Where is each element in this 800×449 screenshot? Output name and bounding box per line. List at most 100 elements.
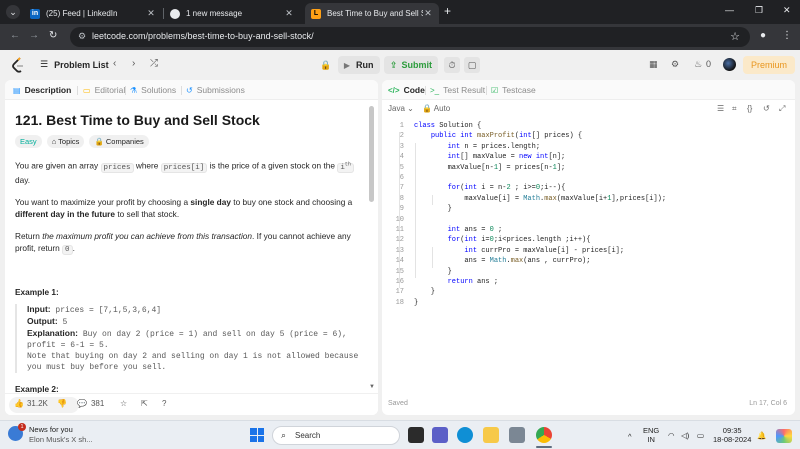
teams-icon[interactable] xyxy=(432,427,448,443)
code-line[interactable]: return ans ; xyxy=(414,278,498,286)
code-line[interactable]: ans = Math.max(ans , currPro); xyxy=(414,257,590,265)
tab-testcase[interactable]: ☑ Testcase xyxy=(491,85,536,95)
dislike-button[interactable]: 👎 xyxy=(57,399,67,408)
reset-icon[interactable]: ↺ xyxy=(763,104,770,113)
forward-icon[interactable]: → xyxy=(29,30,39,41)
bookmark-icon[interactable]: ⌗ xyxy=(732,104,737,114)
profile-icon[interactable]: ● xyxy=(760,30,766,41)
edge-icon[interactable] xyxy=(457,427,473,443)
topics-chip[interactable]: ⌂ Topics xyxy=(46,135,85,148)
site-info-icon[interactable]: ⚙ xyxy=(78,31,86,42)
copilot-icon[interactable] xyxy=(776,429,792,443)
companies-chip[interactable]: 🔒 Companies xyxy=(89,135,149,148)
premium-button[interactable]: Premium xyxy=(743,56,795,74)
tab-solutions[interactable]: ⚗ Solutions xyxy=(130,85,176,95)
language-select[interactable]: Java ⌄ xyxy=(388,104,414,113)
browser-tab-leetcode[interactable]: L Best Time to Buy and Sell Stock ✕ xyxy=(305,3,439,24)
close-icon[interactable]: ✕ xyxy=(146,8,156,19)
help-icon[interactable]: ? xyxy=(162,399,166,408)
brackets-icon[interactable]: {} xyxy=(747,104,752,113)
window-close-icon[interactable]: ✕ xyxy=(783,5,791,16)
code-line[interactable]: int n = prices.length; xyxy=(414,143,540,151)
example-input: Input: prices = [7,1,5,3,6,4] xyxy=(27,304,365,316)
clock[interactable]: 09:35 18-08-2024 xyxy=(713,426,751,444)
code-line[interactable]: int currPro = maxValue[i] - prices[i]; xyxy=(414,247,624,255)
code-line[interactable]: int ans = 0 ; xyxy=(414,226,503,234)
chrome-menu-icon[interactable]: ⋮ xyxy=(782,30,792,41)
camera-icon[interactable] xyxy=(509,427,525,443)
streak-count: 0 xyxy=(706,59,712,69)
tab-test-result[interactable]: >_ Test Result xyxy=(430,85,485,95)
url-text[interactable]: leetcode.com/problems/best-time-to-buy-a… xyxy=(92,31,314,41)
minimize-icon[interactable]: — xyxy=(725,5,734,15)
problem-list-button[interactable]: ☰ Problem List xyxy=(40,59,109,70)
show-hidden-icons[interactable]: ^ xyxy=(628,432,632,441)
debug-lock-icon[interactable]: 🔒 xyxy=(318,57,334,73)
tab-search-button[interactable]: ⌄ xyxy=(6,5,20,19)
page-title[interactable]: 121. Best Time to Buy and Sell Stock xyxy=(15,113,365,127)
battery-icon[interactable]: ▭ xyxy=(697,431,704,440)
new-tab-icon[interactable]: + xyxy=(444,4,451,18)
news-icon: 1 xyxy=(8,423,26,441)
tab-description[interactable]: ▤ Description xyxy=(13,85,71,95)
autocomplete-toggle[interactable]: 🔒 Auto xyxy=(422,104,450,113)
close-icon[interactable]: ✕ xyxy=(423,8,433,19)
submit-button[interactable]: ⇪ Submit xyxy=(384,56,438,74)
address-bar[interactable]: ⚙ leetcode.com/problems/best-time-to-buy… xyxy=(70,27,750,47)
line-number: 13 xyxy=(395,246,404,255)
notes-icon[interactable]: ▢ xyxy=(464,57,480,73)
browser-tab-linkedin[interactable]: in (25) Feed | LinkedIn ✕ xyxy=(24,3,162,24)
code-line[interactable]: maxValue[i] = Math.max(maxValue[i+1],pri… xyxy=(414,195,666,203)
restore-icon[interactable]: ❐ xyxy=(755,5,763,16)
language-indicator[interactable]: ENG IN xyxy=(643,426,659,444)
tab-title: 1 new message xyxy=(186,9,243,18)
share-icon[interactable]: ⇱ xyxy=(141,399,148,408)
next-problem-icon[interactable]: › xyxy=(132,58,135,69)
close-icon[interactable]: ✕ xyxy=(284,8,294,19)
avatar[interactable] xyxy=(723,58,736,71)
volume-icon[interactable]: ◁) xyxy=(681,431,689,440)
code-line[interactable]: for(int i = n-2 ; i>=0;i--){ xyxy=(414,184,566,192)
reload-icon[interactable]: ↻ xyxy=(49,30,57,41)
timer-icon[interactable]: ⏱ xyxy=(444,57,460,73)
settings-gear-icon[interactable]: ⚙ xyxy=(671,59,679,70)
browser-tab-message[interactable]: 1 new message ✕ xyxy=(164,3,300,24)
prev-problem-icon[interactable]: ‹ xyxy=(113,58,116,69)
scroll-down-icon[interactable]: ▼ xyxy=(369,384,375,390)
taskbar-search[interactable]: ⌕ Search xyxy=(272,426,400,445)
comments-button[interactable]: 💬 381 xyxy=(77,399,104,408)
windows-start-icon[interactable] xyxy=(250,428,264,442)
line-number: 8 xyxy=(399,194,404,203)
file-explorer-icon[interactable] xyxy=(483,427,499,443)
thumbs-up-icon: 👍 xyxy=(14,399,24,408)
tab-submissions[interactable]: ↺ Submissions xyxy=(186,85,245,95)
code-line[interactable]: public int maxProfit(int[] prices) { xyxy=(414,132,582,140)
chrome-icon[interactable] xyxy=(536,427,552,443)
notification-bell-icon[interactable]: 🔔 xyxy=(757,431,766,440)
code-line[interactable]: } xyxy=(414,299,418,307)
back-icon[interactable]: ← xyxy=(10,30,20,41)
code-line[interactable]: } xyxy=(414,205,452,213)
run-button[interactable]: ▶ Run xyxy=(338,56,380,74)
tab-label: Description xyxy=(24,85,72,95)
favorite-star-icon[interactable]: ☆ xyxy=(120,399,127,408)
expand-icon[interactable]: ⤢ xyxy=(779,104,785,114)
code-line[interactable]: } xyxy=(414,268,452,276)
wifi-icon[interactable]: ◠ xyxy=(668,431,675,440)
code-line[interactable]: } xyxy=(414,288,435,296)
tab-editorial[interactable]: ▭ Editorial xyxy=(83,85,125,95)
shuffle-icon[interactable]: ⤮ xyxy=(150,58,158,69)
scrollbar-thumb[interactable] xyxy=(369,106,374,202)
code-line[interactable]: int[] maxValue = new int[n]; xyxy=(414,153,566,161)
leetcode-logo-icon[interactable] xyxy=(12,57,24,73)
format-icon[interactable]: ☰ xyxy=(717,104,724,113)
streak-fire-icon[interactable]: ♨ xyxy=(694,59,702,70)
code-line[interactable]: maxValue[n-1] = prices[n-1]; xyxy=(414,164,566,172)
bookmark-star-icon[interactable]: ☆ xyxy=(730,30,740,43)
layout-grid-icon[interactable]: ▦ xyxy=(649,59,658,70)
code-line[interactable]: for(int i=0;i<prices.length ;i++){ xyxy=(414,236,591,244)
code-line[interactable]: class Solution { xyxy=(414,122,481,130)
like-button[interactable]: 👍 31.2K xyxy=(14,399,48,408)
task-view-icon[interactable] xyxy=(408,427,424,443)
tab-code[interactable]: </> Code xyxy=(388,85,425,95)
